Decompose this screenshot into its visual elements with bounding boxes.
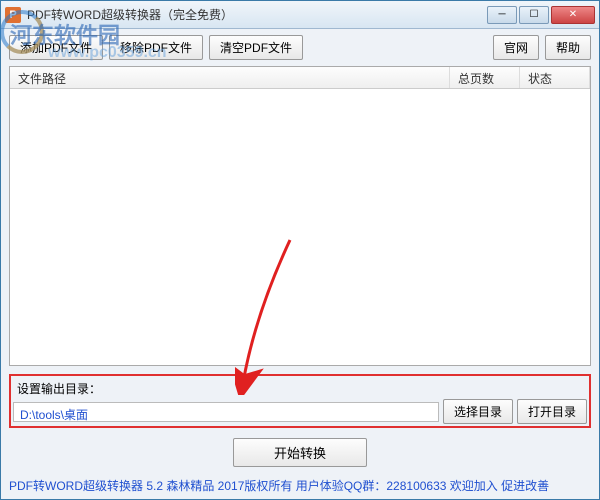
col-header-status[interactable]: 状态: [520, 67, 590, 88]
maximize-button[interactable]: ☐: [519, 6, 549, 24]
app-window: P PDF转WORD超级转换器（完全免费） ─ ☐ ✕ 添加PDF文件 移除PD…: [0, 0, 600, 500]
minimize-button[interactable]: ─: [487, 6, 517, 24]
close-button[interactable]: ✕: [551, 6, 595, 24]
list-header: 文件路径 总页数 状态: [10, 67, 590, 89]
add-pdf-button[interactable]: 添加PDF文件: [9, 35, 103, 60]
start-convert-button[interactable]: 开始转换: [233, 438, 367, 467]
official-site-button[interactable]: 官网: [493, 35, 539, 60]
output-row: D:\tools\桌面 选择目录 打开目录: [13, 399, 587, 424]
col-header-path[interactable]: 文件路径: [10, 67, 450, 88]
col-header-pages[interactable]: 总页数: [450, 67, 520, 88]
start-row: 开始转换: [1, 432, 599, 473]
file-list: 文件路径 总页数 状态: [9, 66, 591, 366]
window-title: PDF转WORD超级转换器（完全免费）: [27, 6, 487, 23]
window-controls: ─ ☐ ✕: [487, 6, 595, 24]
clear-pdf-button[interactable]: 清空PDF文件: [209, 35, 303, 60]
choose-dir-button[interactable]: 选择目录: [443, 399, 513, 424]
list-body[interactable]: [10, 89, 590, 365]
footer-text: PDF转WORD超级转换器 5.2 森林精品 2017版权所有 用户体验QQ群：…: [1, 473, 599, 498]
output-path-field[interactable]: D:\tools\桌面: [13, 402, 439, 422]
open-dir-button[interactable]: 打开目录: [517, 399, 587, 424]
app-icon: P: [5, 7, 21, 23]
output-label: 设置输出目录：: [13, 378, 587, 399]
remove-pdf-button[interactable]: 移除PDF文件: [109, 35, 203, 60]
toolbar: 添加PDF文件 移除PDF文件 清空PDF文件 官网 帮助: [1, 29, 599, 66]
titlebar: P PDF转WORD超级转换器（完全免费） ─ ☐ ✕: [1, 1, 599, 29]
output-section: 设置输出目录： D:\tools\桌面 选择目录 打开目录: [9, 374, 591, 428]
help-button[interactable]: 帮助: [545, 35, 591, 60]
